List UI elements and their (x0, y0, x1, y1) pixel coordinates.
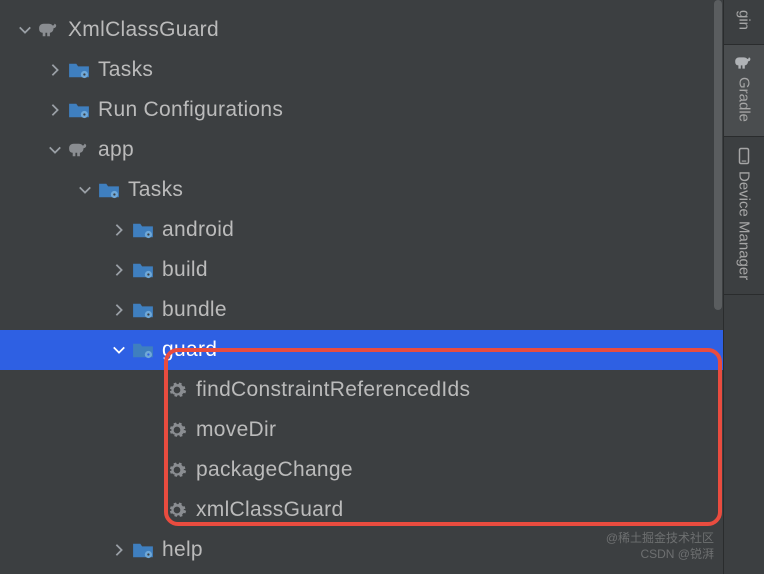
tree-label: findConstraintReferencedIds (196, 378, 470, 402)
folder-gear-icon (130, 261, 156, 279)
tree-node-app-tasks[interactable]: Tasks (0, 170, 723, 210)
folder-gear-icon (66, 61, 92, 79)
folder-gear-icon (130, 301, 156, 319)
tree-label: moveDir (196, 418, 276, 442)
device-icon (735, 147, 753, 165)
tree-node-app[interactable]: app (0, 130, 723, 170)
chevron-down-icon[interactable] (14, 23, 36, 37)
rail-tab-device-manager[interactable]: Device Manager (724, 137, 764, 295)
chevron-right-icon[interactable] (108, 303, 130, 317)
elephant-icon (66, 141, 92, 159)
vertical-scrollbar[interactable] (713, 0, 723, 574)
tree-label: help (162, 538, 203, 562)
tree-label: Run Configurations (98, 98, 283, 122)
gear-icon (164, 420, 190, 440)
folder-gear-icon (66, 101, 92, 119)
tree-label: packageChange (196, 458, 353, 482)
folder-gear-icon (130, 341, 156, 359)
gear-icon (164, 380, 190, 400)
tree: XmlClassGuard Tasks Run Configurations a… (0, 0, 723, 570)
rail-label: Gradle (736, 77, 753, 122)
chevron-down-icon[interactable] (74, 183, 96, 197)
tree-task-packagechange[interactable]: packageChange (0, 450, 723, 490)
tree-node-help[interactable]: help (0, 530, 723, 570)
tree-label: android (162, 218, 234, 242)
tool-window-rail: gin Gradle Device Manager (723, 0, 764, 574)
chevron-right-icon[interactable] (108, 263, 130, 277)
tree-label: app (98, 138, 134, 162)
chevron-right-icon[interactable] (44, 103, 66, 117)
folder-gear-icon (130, 221, 156, 239)
tree-label: guard (162, 338, 217, 362)
scrollbar-thumb[interactable] (714, 0, 722, 310)
tree-node-build[interactable]: build (0, 250, 723, 290)
tree-node-android[interactable]: android (0, 210, 723, 250)
chevron-right-icon[interactable] (108, 543, 130, 557)
rail-tab-plugin[interactable]: gin (724, 0, 764, 45)
rail-label: Device Manager (736, 171, 753, 280)
elephant-icon (36, 21, 62, 39)
chevron-down-icon[interactable] (44, 143, 66, 157)
tree-task-movedir[interactable]: moveDir (0, 410, 723, 450)
tree-label: Tasks (98, 58, 153, 82)
tree-label: Tasks (128, 178, 183, 202)
elephant-icon (734, 55, 754, 71)
rail-tab-gradle[interactable]: Gradle (724, 45, 764, 137)
tree-task-xmlclassguard[interactable]: xmlClassGuard (0, 490, 723, 530)
tree-label: bundle (162, 298, 227, 322)
chevron-down-icon[interactable] (108, 343, 130, 357)
tree-label: build (162, 258, 208, 282)
folder-gear-icon (130, 541, 156, 559)
folder-gear-icon (96, 181, 122, 199)
tree-task-findconstraint[interactable]: findConstraintReferencedIds (0, 370, 723, 410)
rail-label: gin (736, 10, 753, 30)
chevron-right-icon[interactable] (44, 63, 66, 77)
gear-icon (164, 500, 190, 520)
gear-icon (164, 460, 190, 480)
chevron-right-icon[interactable] (108, 223, 130, 237)
tree-node-tasks[interactable]: Tasks (0, 50, 723, 90)
tree-label: XmlClassGuard (68, 18, 219, 42)
tree-node-guard[interactable]: guard (0, 330, 723, 370)
gradle-tree-panel: XmlClassGuard Tasks Run Configurations a… (0, 0, 723, 574)
tree-node-runconfig[interactable]: Run Configurations (0, 90, 723, 130)
tree-node-root[interactable]: XmlClassGuard (0, 10, 723, 50)
tree-node-bundle[interactable]: bundle (0, 290, 723, 330)
tree-label: xmlClassGuard (196, 498, 343, 522)
